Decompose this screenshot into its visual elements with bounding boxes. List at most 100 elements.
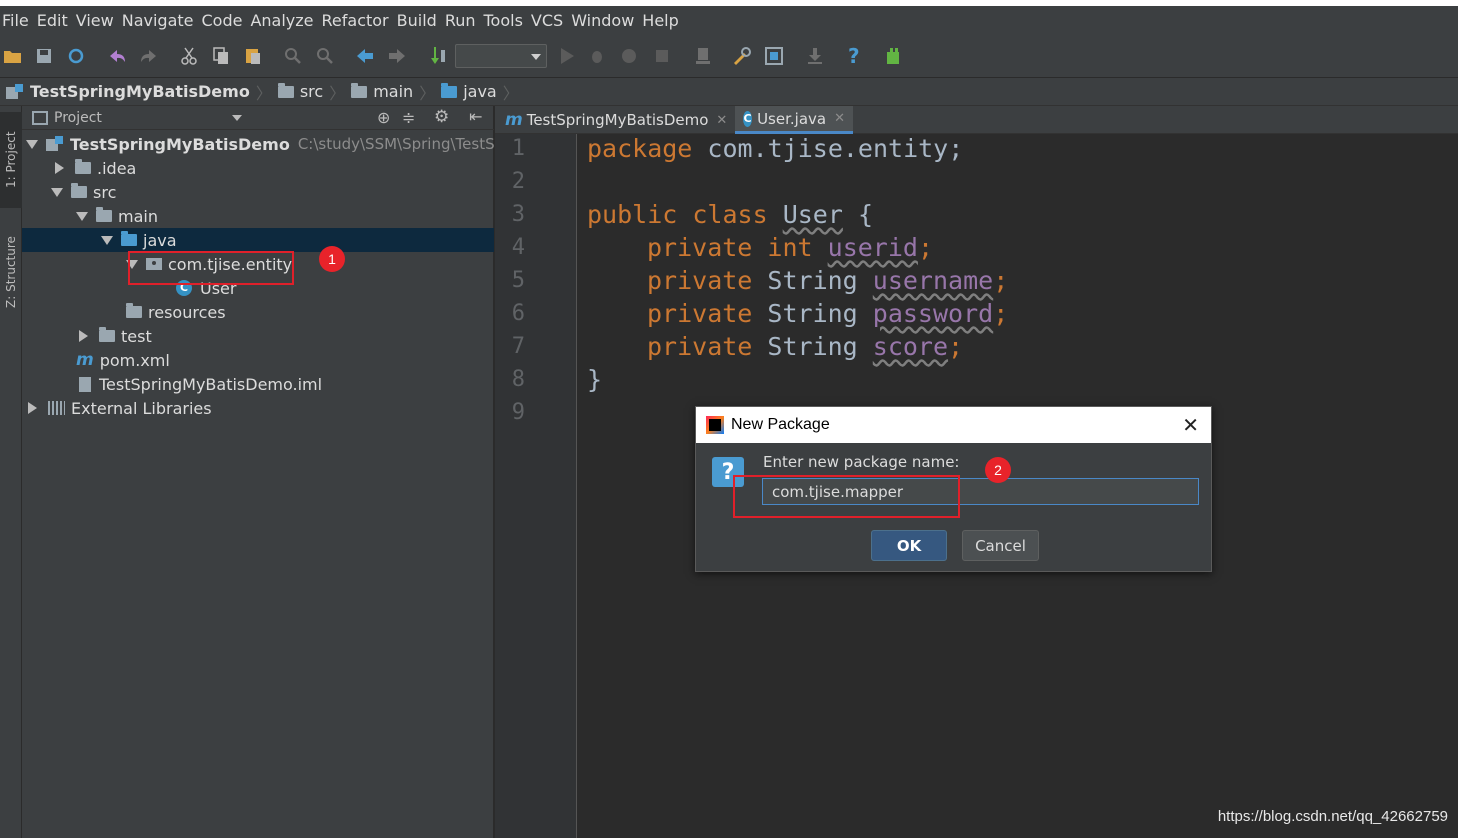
undo-icon[interactable] xyxy=(106,45,128,67)
collapse-arrow-icon[interactable] xyxy=(28,402,37,414)
menu-edit[interactable]: Edit xyxy=(37,11,76,30)
project-panel-title[interactable]: Project xyxy=(54,110,102,126)
replace-icon[interactable] xyxy=(314,45,336,67)
collapse-all-icon[interactable]: ≑ xyxy=(402,108,415,127)
chevron-down-icon[interactable] xyxy=(232,115,242,121)
menu-tools[interactable]: Tools xyxy=(484,11,531,30)
menu-help[interactable]: Help xyxy=(642,11,686,30)
breadcrumb-project[interactable]: TestSpringMyBatisDemo 〉 xyxy=(0,80,278,104)
tree-item-iml[interactable]: TestSpringMyBatisDemo.iml xyxy=(22,372,494,396)
menu-navigate[interactable]: Navigate xyxy=(122,11,202,30)
menu-analyze[interactable]: Analyze xyxy=(250,11,321,30)
tab-pom-file[interactable]: m TestSpringMyBatisDemo ✕ xyxy=(497,106,733,134)
tab-structure-label: Z: Structure xyxy=(4,236,18,308)
close-icon[interactable]: ✕ xyxy=(1182,413,1199,437)
menu-build[interactable]: Build xyxy=(397,11,445,30)
menu-vcs[interactable]: VCS xyxy=(531,11,571,30)
menu-view[interactable]: View xyxy=(76,11,122,30)
attach-icon[interactable] xyxy=(692,45,714,67)
tab-project[interactable]: 1: Project xyxy=(0,112,22,208)
make-project-icon[interactable] xyxy=(427,45,449,67)
close-icon[interactable]: ✕ xyxy=(834,111,845,126)
run-config-select[interactable] xyxy=(455,44,547,68)
expand-arrow-icon[interactable] xyxy=(76,211,88,221)
annotation-badge-1: 1 xyxy=(319,246,345,272)
breadcrumb-java[interactable]: java 〉 xyxy=(441,80,525,104)
menu-refactor[interactable]: Refactor xyxy=(322,11,397,30)
tree-item-src[interactable]: src xyxy=(22,180,494,204)
code-text: } xyxy=(587,365,603,394)
left-tool-strip: 1: Project Z: Structure xyxy=(0,106,22,838)
cancel-button[interactable]: Cancel xyxy=(962,530,1039,561)
tree-item-root[interactable]: TestSpringMyBatisDemo C:\study\SSM\Sprin… xyxy=(22,132,524,156)
tree-item-idea[interactable]: .idea xyxy=(22,156,494,180)
save-icon[interactable] xyxy=(33,45,55,67)
tree-item-pom[interactable]: m pom.xml xyxy=(22,348,494,372)
hide-panel-icon[interactable]: ⇤ xyxy=(469,107,482,126)
root-project-name: TestSpringMyBatisDemo xyxy=(70,134,290,154)
stop-icon[interactable] xyxy=(651,45,673,67)
tree-item-external-libraries[interactable]: External Libraries xyxy=(22,396,494,420)
code-line-7: private String score; xyxy=(647,332,963,365)
tab-project-label: 1: Project xyxy=(4,131,18,189)
dialog-title: New Package xyxy=(731,416,830,433)
back-icon[interactable] xyxy=(354,45,376,67)
tree-item-label: .idea xyxy=(97,158,137,178)
breadcrumb-main[interactable]: main 〉 xyxy=(351,80,441,104)
run-icon[interactable] xyxy=(556,45,578,67)
cut-icon[interactable] xyxy=(178,45,200,67)
plugin-icon[interactable] xyxy=(883,45,905,67)
module-icon xyxy=(46,136,64,152)
copy-icon[interactable] xyxy=(210,45,232,67)
menu-file[interactable]: File xyxy=(0,11,37,30)
collapse-arrow-icon[interactable] xyxy=(79,330,88,342)
code-text: { xyxy=(842,200,874,229)
expand-arrow-icon[interactable] xyxy=(101,235,113,245)
breadcrumb-src[interactable]: src 〉 xyxy=(277,80,351,104)
root-project-path: C:\study\SSM\Spring\TestSprin xyxy=(297,135,524,153)
breadcrumb-separator-icon: 〉 xyxy=(419,83,436,103)
intellij-logo-icon xyxy=(706,416,724,434)
download-icon[interactable] xyxy=(804,45,826,67)
gear-icon[interactable]: ⚙ xyxy=(434,107,449,127)
tree-item-test[interactable]: test xyxy=(22,324,494,348)
tree-item-resources[interactable]: resources xyxy=(22,300,494,324)
code-semicolon: ; xyxy=(917,233,934,262)
tree-item-label: TestSpringMyBatisDemo.iml xyxy=(99,374,323,394)
project-structure-icon[interactable] xyxy=(731,45,753,67)
code-line-6: private String password; xyxy=(647,299,1008,332)
tree-item-java[interactable]: java xyxy=(22,228,494,252)
tree-item-main[interactable]: main xyxy=(22,204,494,228)
sync-icon[interactable] xyxy=(65,45,87,67)
code-field: username xyxy=(872,266,994,295)
help-icon[interactable]: ? xyxy=(843,45,865,67)
svg-text:?: ? xyxy=(848,46,860,66)
find-icon[interactable] xyxy=(282,45,304,67)
debug-icon[interactable] xyxy=(586,45,608,67)
structure-grid-icon[interactable] xyxy=(763,45,785,67)
tree-item-label: java xyxy=(143,230,177,250)
redo-icon[interactable] xyxy=(138,45,160,67)
code-keyword: public class xyxy=(587,200,768,229)
breadcrumb-src-label: src xyxy=(299,82,324,101)
line-number: 2 xyxy=(511,169,525,194)
menu-code[interactable]: Code xyxy=(202,11,251,30)
menu-run[interactable]: Run xyxy=(445,11,484,30)
paste-icon[interactable] xyxy=(242,45,264,67)
expand-arrow-icon[interactable] xyxy=(26,139,38,149)
locate-icon[interactable]: ⊕ xyxy=(377,108,390,127)
package-name-label: Enter new package name: xyxy=(763,453,960,471)
open-folder-icon[interactable] xyxy=(2,45,24,67)
dialog-title-bar[interactable]: New Package ✕ xyxy=(696,407,1211,443)
close-icon[interactable]: ✕ xyxy=(716,113,727,128)
menu-window[interactable]: Window xyxy=(571,11,642,30)
folder-icon xyxy=(351,82,368,98)
annotation-highlight-box xyxy=(128,251,294,285)
coverage-icon[interactable] xyxy=(618,45,640,67)
forward-icon[interactable] xyxy=(386,45,408,67)
ok-button[interactable]: OK xyxy=(871,530,947,561)
expand-arrow-icon[interactable] xyxy=(51,187,63,197)
collapse-arrow-icon[interactable] xyxy=(55,162,64,174)
tab-structure[interactable]: Z: Structure xyxy=(0,224,22,320)
tab-user-java[interactable]: C User.java ✕ xyxy=(735,106,853,134)
